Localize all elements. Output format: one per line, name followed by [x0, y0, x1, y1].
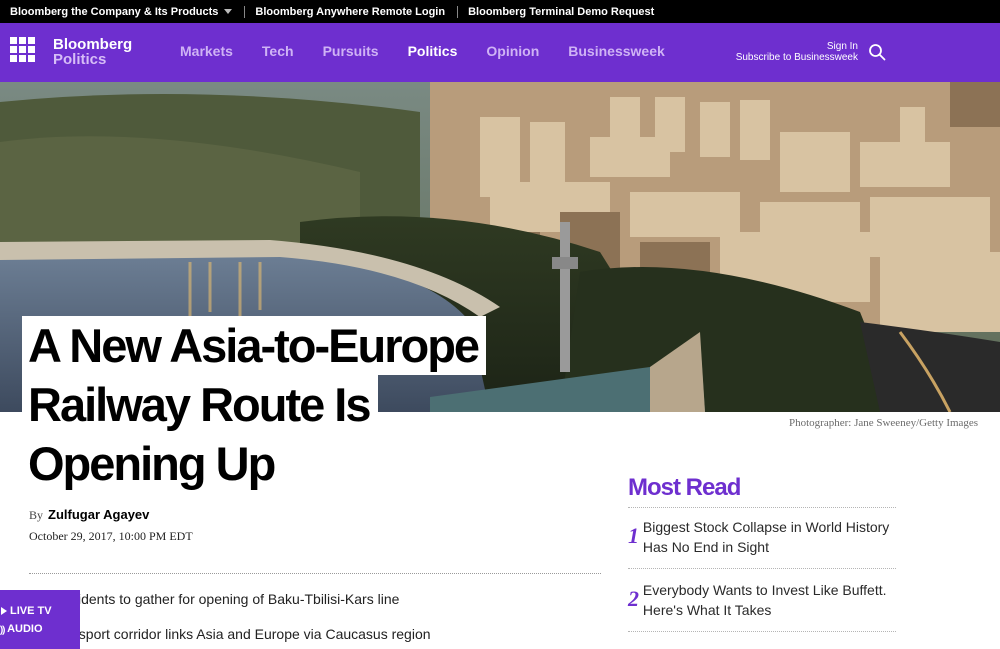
chevron-down-icon [224, 9, 233, 14]
author-link[interactable]: Zulfugar Agayev [48, 507, 149, 522]
audio-wave-icon: ⸩ [0, 625, 6, 636]
summary-bullet: nsport corridor links Asia and Europe vi… [71, 626, 431, 642]
most-read-link[interactable]: Everybody Wants to Invest Like Buffett. … [643, 580, 898, 620]
nav-links: Markets Tech Pursuits Politics Opinion B… [180, 43, 694, 59]
live-tv-button[interactable]: LIVE TV [0, 605, 80, 617]
nav-link-politics[interactable]: Politics [408, 43, 458, 59]
headline-line: Opening Up [22, 434, 283, 493]
audio-button[interactable]: ⸩ AUDIO [0, 622, 80, 636]
terminal-demo-link[interactable]: Bloomberg Terminal Demo Request [468, 6, 654, 18]
nav-link-markets[interactable]: Markets [180, 43, 233, 59]
brand-section: Politics [53, 51, 107, 68]
account-links: Sign In Subscribe to Businessweek [726, 41, 858, 63]
nav-link-tech[interactable]: Tech [262, 43, 294, 59]
summary-bullet: sidents to gather for opening of Baku-Tb… [71, 591, 400, 607]
divider [244, 5, 246, 18]
brand-logo[interactable]: Bloomberg Politics [53, 37, 132, 67]
divider [628, 631, 896, 632]
most-read-rank: 1 [628, 523, 639, 548]
divider [457, 5, 459, 18]
headline-line: A New Asia-to-Europe [22, 316, 487, 375]
top-utility-bar: Bloomberg the Company & Its Products Blo… [0, 0, 1000, 23]
live-tv-label: LIVE TV [10, 605, 52, 617]
headline-line: Railway Route Is [22, 375, 378, 434]
most-read-item[interactable]: 1 Biggest Stock Collapse in World Histor… [628, 517, 898, 557]
divider [628, 507, 896, 508]
article-headline: A New Asia-to-Europe Railway Route Is Op… [22, 316, 582, 493]
byline-prefix: By [29, 508, 44, 522]
divider [628, 568, 896, 569]
remote-login-link[interactable]: Bloomberg Anywhere Remote Login [255, 6, 445, 18]
most-read-item[interactable]: 2 Everybody Wants to Invest Like Buffett… [628, 580, 898, 620]
company-products-link[interactable]: Bloomberg the Company & Its Products [10, 5, 233, 18]
byline: By Zulfugar Agayev [29, 507, 149, 523]
most-read-heading: Most Read [628, 474, 741, 501]
publish-date: October 29, 2017, 10:00 PM EDT [29, 529, 193, 543]
nav-link-businessweek[interactable]: Businessweek [568, 43, 665, 59]
play-icon [1, 607, 7, 615]
nav-link-pursuits[interactable]: Pursuits [323, 43, 379, 59]
menu-grid-icon[interactable] [10, 37, 35, 62]
sign-in-link[interactable]: Sign In [726, 41, 858, 52]
company-products-label: Bloomberg the Company & Its Products [10, 5, 219, 18]
main-navbar: Bloomberg Politics Markets Tech Pursuits… [0, 23, 1000, 82]
divider [29, 573, 601, 574]
nav-link-opinion[interactable]: Opinion [486, 43, 539, 59]
live-tv-audio-widget[interactable]: LIVE TV ⸩ AUDIO [0, 590, 80, 649]
most-read-rank: 2 [628, 586, 639, 611]
photo-credit: Photographer: Jane Sweeney/Getty Images [789, 417, 979, 429]
brand-name: Bloomberg [53, 36, 133, 53]
most-read-link[interactable]: Biggest Stock Collapse in World History … [643, 517, 898, 557]
subscribe-link[interactable]: Subscribe to Businessweek [726, 52, 858, 63]
search-icon[interactable] [868, 43, 886, 61]
audio-label: AUDIO [7, 623, 43, 635]
